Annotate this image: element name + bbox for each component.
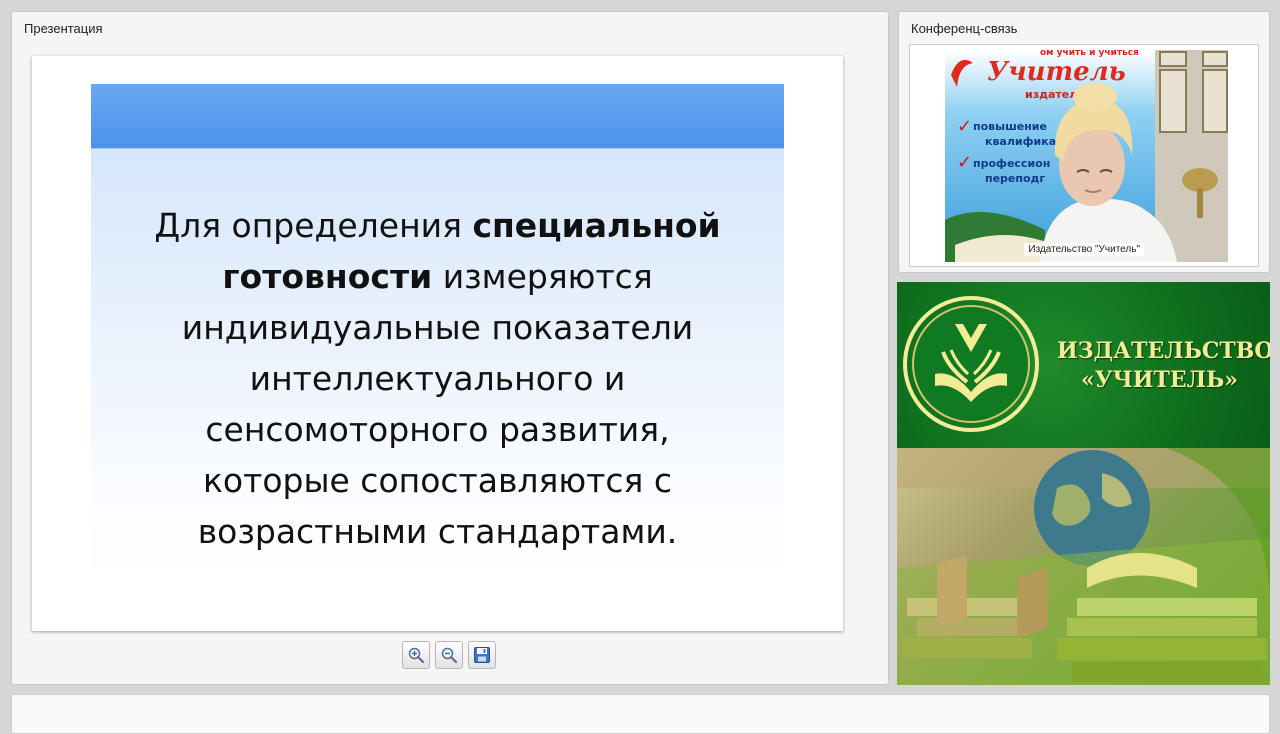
- webcam-scene: ом учить и учиться Учитель издательство …: [945, 50, 1228, 262]
- books-globe-image: [897, 448, 1270, 685]
- slide-line-5: сенсомоторного развития,: [205, 410, 670, 449]
- slide-toolbar: [402, 641, 496, 671]
- slide-line-7: возрастными стандартами.: [197, 512, 678, 551]
- poster-item-1: повышение: [973, 120, 1047, 133]
- poster-item-2: квалификац: [985, 135, 1064, 148]
- presentation-title: Презентация: [24, 21, 103, 36]
- conference-panel: Конференц-связь ом учить и учиться Учите…: [898, 11, 1270, 273]
- video-frame: ом учить и учиться Учитель издательство …: [909, 44, 1259, 267]
- poster-check-1: ✓: [957, 116, 972, 137]
- slide-line-2-plain: измеряются: [432, 257, 653, 296]
- slide-line-1-plain: Для определения: [154, 206, 473, 245]
- floppy-disk-icon: [474, 647, 490, 663]
- poster-item-4: переподг: [985, 172, 1045, 185]
- slide-line-1: Для определения специальной: [111, 200, 764, 251]
- slide-text: Для определения специальной готовности и…: [111, 200, 764, 557]
- slide-line-1-bold: специальной: [472, 206, 721, 245]
- poster-item-3: профессион: [973, 157, 1050, 170]
- slide-line-6: которые сопоставляются с: [202, 461, 673, 500]
- banner-brand-text: ИЗДАТЕЛЬСТВО «УЧИТЕЛЬ»: [1057, 337, 1270, 395]
- zoom-out-icon: [441, 647, 458, 664]
- slide-line-2: готовности измеряются: [111, 251, 764, 302]
- zoom-in-button[interactable]: [402, 641, 430, 669]
- slide-line-2-bold: готовности: [222, 257, 433, 296]
- zoom-in-icon: [408, 647, 425, 664]
- video-caption: Издательство "Учитель": [1024, 243, 1144, 256]
- zoom-out-button[interactable]: [435, 641, 463, 669]
- poster-brand-text: Учитель: [987, 57, 1126, 87]
- publisher-banner: ИЗДАТЕЛЬСТВО «УЧИТЕЛЬ»: [897, 282, 1270, 685]
- save-button[interactable]: [468, 641, 496, 669]
- slide: Для определения специальной готовности и…: [91, 84, 784, 584]
- banner-line-2: «УЧИТЕЛЬ»: [1081, 367, 1238, 393]
- slide-line-4: интеллектуального и: [249, 359, 626, 398]
- slide-line-3: индивидуальные показатели: [181, 308, 694, 347]
- webcam-video[interactable]: ом учить и учиться Учитель издательство …: [945, 50, 1228, 262]
- slide-viewport: Для определения специальной готовности и…: [32, 56, 843, 631]
- slide-header-bar: [91, 84, 784, 149]
- banner-top: ИЗДАТЕЛЬСТВО «УЧИТЕЛЬ»: [897, 282, 1270, 448]
- publisher-logo-icon: [903, 296, 1039, 432]
- presentation-panel: Презентация Для определения специальной …: [11, 11, 889, 685]
- banner-image: [897, 448, 1270, 685]
- conference-title: Конференц-связь: [911, 21, 1018, 36]
- banner-line-1: ИЗДАТЕЛЬСТВО: [1057, 338, 1270, 364]
- poster-check-2: ✓: [957, 152, 972, 173]
- bottom-panel: [11, 694, 1270, 734]
